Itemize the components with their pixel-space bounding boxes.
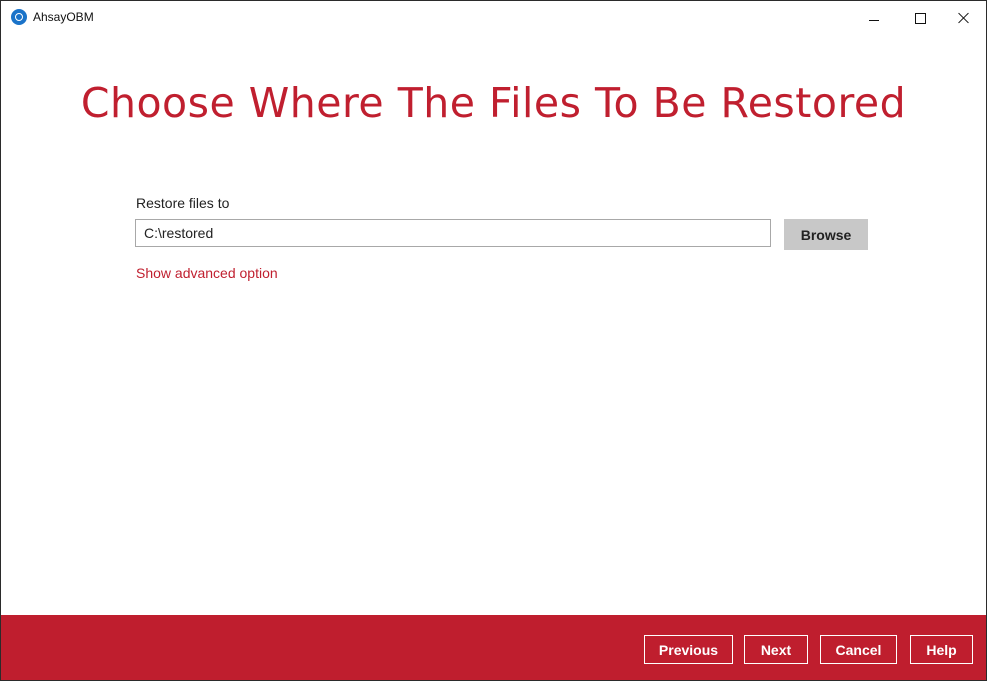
cancel-button[interactable]: Cancel <box>820 635 897 664</box>
restore-path-input[interactable] <box>135 219 771 247</box>
title-bar[interactable]: AhsayOBM <box>1 1 986 35</box>
maximize-button[interactable] <box>897 1 943 35</box>
minimize-icon <box>869 19 879 21</box>
close-icon <box>958 12 970 24</box>
ahsay-logo-icon <box>11 9 27 25</box>
app-window: AhsayOBM Choose Where The Files To Be Re… <box>0 0 987 681</box>
restore-path-label: Restore files to <box>136 195 230 211</box>
next-button[interactable]: Next <box>744 635 808 664</box>
footer-bar: Previous Next Cancel Help <box>1 615 986 680</box>
show-advanced-option-link[interactable]: Show advanced option <box>136 265 278 281</box>
previous-button[interactable]: Previous <box>644 635 733 664</box>
window-title: AhsayOBM <box>33 10 94 24</box>
close-button[interactable] <box>941 1 986 35</box>
help-button[interactable]: Help <box>910 635 973 664</box>
page-title: Choose Where The Files To Be Restored <box>80 79 907 127</box>
maximize-icon <box>914 12 926 24</box>
minimize-button[interactable] <box>851 1 897 35</box>
browse-button[interactable]: Browse <box>784 219 868 250</box>
